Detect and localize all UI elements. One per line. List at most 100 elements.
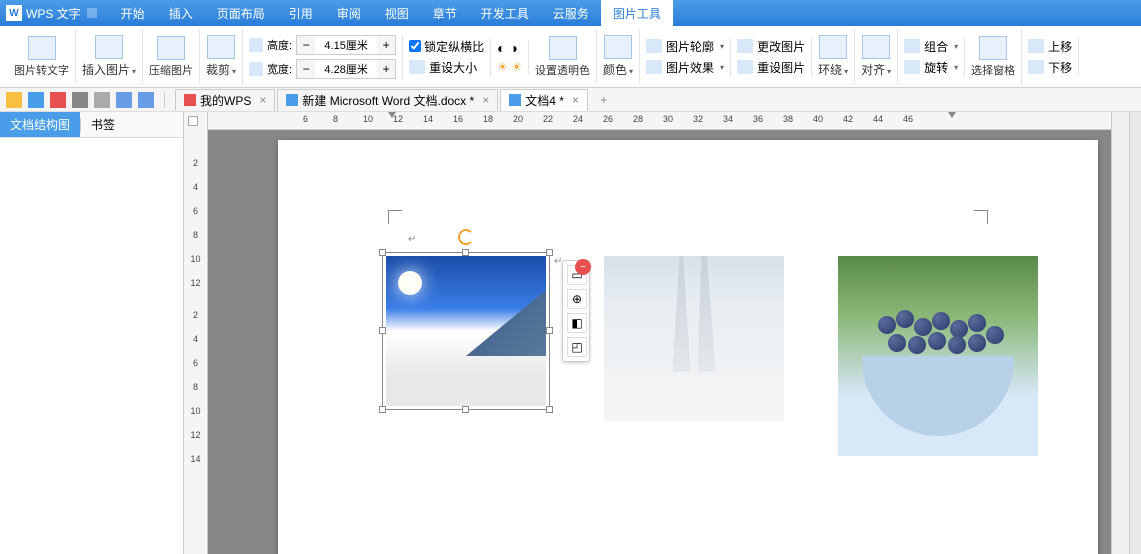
compress-picture-button[interactable]: 压缩图片 bbox=[143, 29, 200, 85]
float-zoom-button[interactable]: ⊕ bbox=[567, 289, 587, 309]
menu-review[interactable]: 审阅 bbox=[325, 0, 373, 26]
height-icon bbox=[249, 38, 263, 52]
width-input[interactable] bbox=[315, 60, 377, 78]
resize-handle[interactable] bbox=[462, 406, 469, 413]
document-canvas[interactable]: ↵ ↵ − bbox=[208, 130, 1111, 554]
height-minus[interactable]: − bbox=[297, 36, 315, 54]
pic-to-text-icon bbox=[28, 36, 56, 60]
move-down-icon bbox=[1028, 60, 1044, 74]
brightness-buttons[interactable]: ☀ ☀ bbox=[497, 60, 522, 74]
resize-handle[interactable] bbox=[546, 327, 553, 334]
height-input[interactable] bbox=[315, 36, 377, 54]
lock-ratio-checkbox[interactable]: 锁定纵横比 bbox=[409, 38, 484, 55]
word-tab-icon bbox=[286, 94, 298, 106]
rotate-handle-icon[interactable] bbox=[458, 229, 474, 245]
ruler-selector-icon[interactable] bbox=[188, 116, 198, 126]
move-up-icon bbox=[1028, 39, 1044, 53]
quick-access-toolbar: 我的WPS× 新建 Microsoft Word 文档.docx *× 文档4 … bbox=[0, 88, 1141, 112]
wrap-icon bbox=[819, 35, 847, 59]
align-button[interactable]: 对齐▾ bbox=[855, 29, 898, 85]
crop-button[interactable]: 裁剪▾ bbox=[200, 29, 243, 85]
app-menu-dropdown[interactable] bbox=[87, 8, 97, 18]
paragraph-mark-icon: ↵ bbox=[408, 234, 416, 245]
print-preview-icon[interactable] bbox=[94, 92, 110, 108]
word-tab-icon bbox=[509, 94, 521, 106]
width-minus[interactable]: − bbox=[297, 60, 315, 78]
redo-icon[interactable] bbox=[138, 92, 154, 108]
color-icon bbox=[604, 35, 632, 59]
height-plus[interactable]: + bbox=[377, 36, 395, 54]
title-bar: W WPS 文字 开始 插入 页面布局 引用 审阅 视图 章节 开发工具 云服务… bbox=[0, 0, 1141, 26]
save-icon[interactable] bbox=[28, 92, 44, 108]
outline-tab[interactable]: 文档结构图 bbox=[0, 112, 80, 137]
menu-layout[interactable]: 页面布局 bbox=[205, 0, 277, 26]
move-up-button[interactable]: 上移 bbox=[1028, 38, 1072, 55]
menu-cloud[interactable]: 云服务 bbox=[541, 0, 601, 26]
menu-reference[interactable]: 引用 bbox=[277, 0, 325, 26]
side-panel-tabs: 文档结构图 书签 bbox=[0, 112, 183, 138]
right-panel-strip[interactable] bbox=[1129, 112, 1141, 554]
effect-button[interactable]: 图片效果▾ bbox=[646, 59, 724, 76]
resize-handle[interactable] bbox=[379, 249, 386, 256]
contrast-buttons[interactable]: ◐ ◑ bbox=[497, 40, 522, 56]
group-button[interactable]: 组合▾ bbox=[904, 38, 958, 55]
selected-image[interactable] bbox=[386, 256, 546, 406]
outline-effect-group: 图片轮廓▾ 图片效果▾ bbox=[640, 38, 731, 76]
tab-doc4[interactable]: 文档4 *× bbox=[500, 89, 588, 111]
select-pane-button[interactable]: 选择窗格 bbox=[965, 29, 1022, 85]
reset-size-button[interactable]: 重设大小 bbox=[409, 59, 484, 76]
dimensions-group: 高度: − + 宽度: − + bbox=[243, 35, 403, 79]
menu-insert[interactable]: 插入 bbox=[157, 0, 205, 26]
group-icon bbox=[904, 39, 920, 53]
resize-handle[interactable] bbox=[546, 406, 553, 413]
bookmark-tab[interactable]: 书签 bbox=[81, 112, 125, 137]
outline-button[interactable]: 图片轮廓▾ bbox=[646, 38, 724, 55]
resize-handle[interactable] bbox=[462, 249, 469, 256]
ribbon: 图片转文字 插入图片▾ 压缩图片 裁剪▾ 高度: − + 宽度: − + 锁定纵… bbox=[0, 26, 1141, 88]
color-button[interactable]: 颜色▾ bbox=[597, 29, 640, 85]
insert-picture-button[interactable]: 插入图片▾ bbox=[76, 29, 143, 85]
menu-chapter[interactable]: 章节 bbox=[421, 0, 469, 26]
image-blueberries[interactable] bbox=[838, 256, 1038, 456]
float-crop-button[interactable]: ◧ bbox=[567, 313, 587, 333]
menu-start[interactable]: 开始 bbox=[109, 0, 157, 26]
indent-marker-icon[interactable] bbox=[948, 112, 956, 118]
change-picture-button[interactable]: 更改图片 bbox=[737, 38, 805, 55]
width-spinner[interactable]: − + bbox=[296, 59, 396, 79]
print-icon[interactable] bbox=[72, 92, 88, 108]
reset-picture-button[interactable]: 重设图片 bbox=[737, 59, 805, 76]
width-plus[interactable]: + bbox=[377, 60, 395, 78]
image-snow-trees[interactable] bbox=[604, 256, 784, 421]
height-spinner[interactable]: − + bbox=[296, 35, 396, 55]
tab-my-wps[interactable]: 我的WPS× bbox=[175, 89, 275, 111]
export-pdf-icon[interactable] bbox=[50, 92, 66, 108]
tab-doc1[interactable]: 新建 Microsoft Word 文档.docx *× bbox=[277, 89, 498, 111]
vertical-ruler[interactable]: 2 4 6 8 10 12 2 4 6 8 10 12 14 bbox=[184, 112, 208, 554]
reset-size-icon bbox=[409, 60, 425, 74]
float-reset-button[interactable]: ◰ bbox=[567, 337, 587, 357]
delete-image-button[interactable]: − bbox=[575, 259, 591, 275]
open-icon[interactable] bbox=[6, 92, 22, 108]
close-tab-icon[interactable]: × bbox=[572, 93, 579, 107]
menu-view[interactable]: 视图 bbox=[373, 0, 421, 26]
transparent-button[interactable]: 设置透明色 bbox=[529, 29, 597, 85]
rotate-button[interactable]: 旋转▾ bbox=[904, 59, 958, 76]
insert-picture-icon bbox=[95, 35, 123, 59]
resize-handle[interactable] bbox=[546, 249, 553, 256]
menu-picture-tools[interactable]: 图片工具 bbox=[601, 0, 673, 26]
vertical-scrollbar[interactable] bbox=[1111, 112, 1129, 554]
close-tab-icon[interactable]: × bbox=[482, 93, 489, 107]
resize-handle[interactable] bbox=[379, 327, 386, 334]
move-down-button[interactable]: 下移 bbox=[1028, 59, 1072, 76]
page: ↵ ↵ − bbox=[278, 140, 1098, 554]
width-label: 宽度: bbox=[267, 61, 292, 77]
wrap-button[interactable]: 环绕▾ bbox=[812, 29, 855, 85]
close-tab-icon[interactable]: × bbox=[259, 93, 266, 107]
add-tab-button[interactable]: + bbox=[596, 92, 612, 108]
menu-devtools[interactable]: 开发工具 bbox=[469, 0, 541, 26]
resize-handle[interactable] bbox=[379, 406, 386, 413]
horizontal-ruler[interactable]: 6 8 10 12 14 16 18 20 22 24 26 28 30 32 … bbox=[208, 112, 1111, 130]
reset-pic-icon bbox=[737, 60, 753, 74]
undo-icon[interactable] bbox=[116, 92, 132, 108]
pic-to-text-button[interactable]: 图片转文字 bbox=[8, 29, 76, 85]
